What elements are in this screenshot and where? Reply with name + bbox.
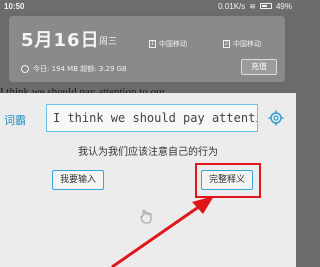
red-arrow-icon	[111, 196, 214, 267]
